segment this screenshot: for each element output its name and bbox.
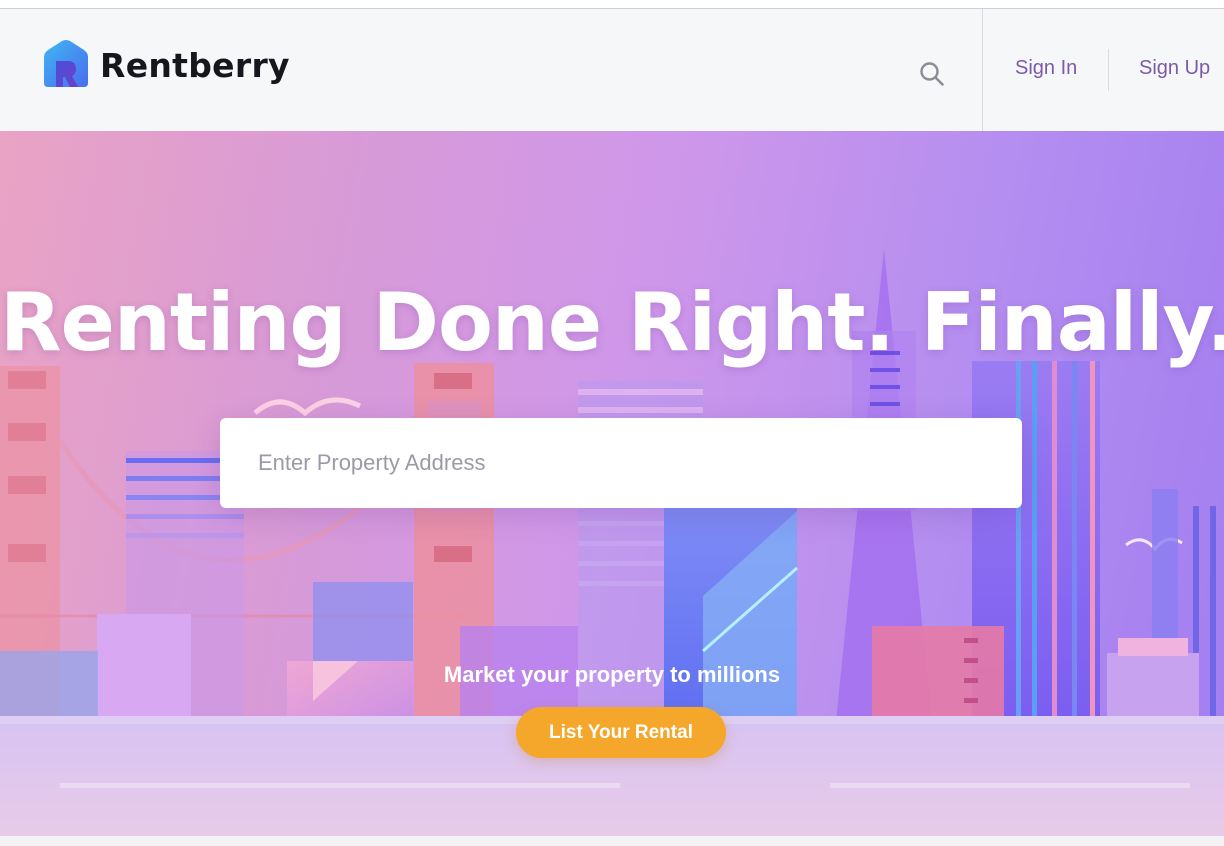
site-header: Rentberry Sign In Sign Up — [0, 9, 1224, 131]
property-address-input[interactable] — [220, 418, 1022, 508]
hero-tagline: Market your property to millions — [443, 662, 781, 687]
nav-divider — [1108, 49, 1109, 91]
address-search-box — [220, 418, 1022, 508]
hero-section: Renting Done Right. Finally. Market your… — [0, 131, 1224, 836]
list-your-rental-button[interactable]: List Your Rental — [516, 707, 726, 758]
header-divider — [982, 9, 983, 131]
hero-title: Renting Done Right. Finally. — [0, 276, 1224, 369]
brand-name: Rentberry — [100, 45, 290, 85]
sign-up-link[interactable]: Sign Up — [1139, 57, 1210, 80]
sign-in-link[interactable]: Sign In — [1015, 57, 1077, 80]
top-border — [0, 0, 1224, 9]
page-bottom-strip — [0, 836, 1224, 846]
house-r-logo-icon — [44, 40, 88, 87]
brand-logo[interactable]: Rentberry — [40, 39, 290, 91]
search-icon — [920, 62, 944, 86]
search-button[interactable] — [914, 56, 950, 92]
